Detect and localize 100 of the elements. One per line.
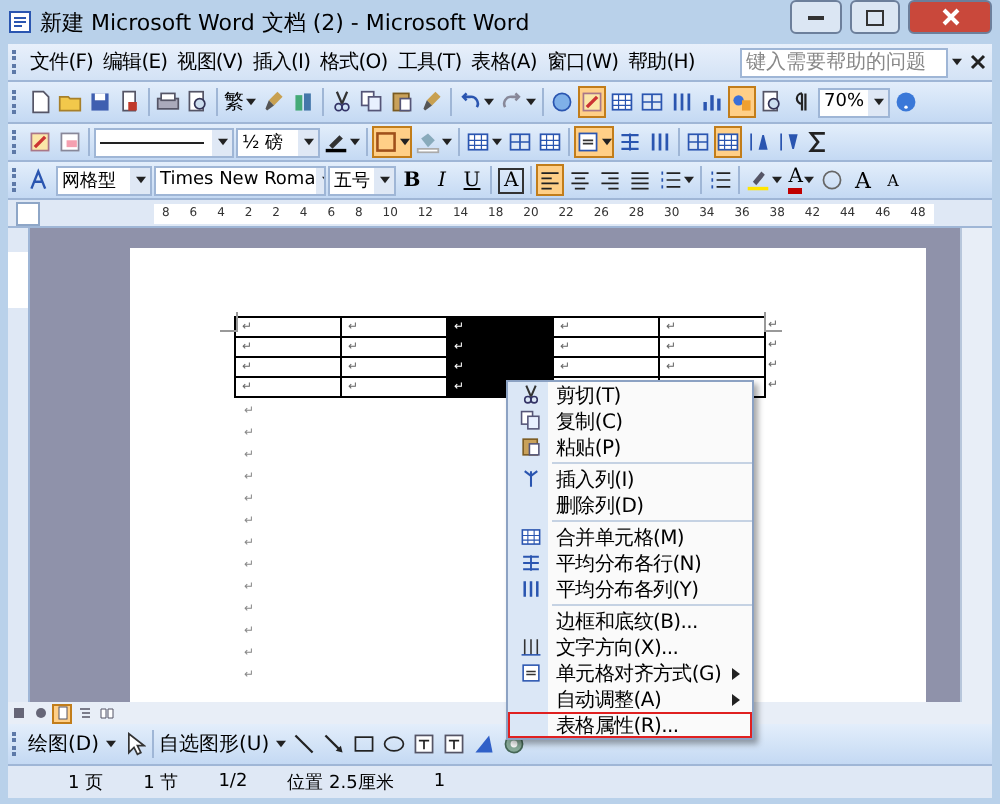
- format-button[interactable]: U: [458, 164, 486, 196]
- columns-icon: [670, 90, 694, 114]
- web-icon: [33, 706, 47, 720]
- menu-item[interactable]: 格式(O): [316, 46, 392, 78]
- menu-entry[interactable]: 表格属性(R)...: [508, 712, 752, 738]
- drawing-menu-button[interactable]: 绘图(D): [26, 728, 118, 760]
- menu-entry[interactable]: 复制(C): [508, 408, 752, 434]
- table-icon: [538, 130, 562, 154]
- caret-icon[interactable]: [804, 176, 815, 184]
- columns-icon: [519, 578, 541, 600]
- menu-entry[interactable]: 合并单元格(M): [508, 524, 752, 550]
- close-button[interactable]: [908, 0, 992, 34]
- maximize-button[interactable]: [850, 0, 900, 34]
- toolbar-button[interactable]: [714, 126, 742, 158]
- caret-icon[interactable]: [350, 138, 360, 146]
- caret-icon[interactable]: [442, 138, 452, 146]
- menu-entry[interactable]: 删除列(D): [508, 492, 752, 518]
- caret-icon[interactable]: [380, 176, 390, 184]
- scissors-icon: [519, 384, 541, 406]
- close-icon[interactable]: [970, 54, 986, 70]
- format-button[interactable]: A: [786, 164, 817, 196]
- status-text: 1 节: [143, 771, 179, 795]
- menu-entry[interactable]: 平均分布各行(N): [508, 550, 752, 576]
- menu-entry[interactable]: 自动调整(A): [508, 686, 752, 712]
- border-icon: [374, 130, 398, 154]
- status-text: 位置 2.5厘米: [287, 771, 394, 795]
- caret-icon[interactable]: [275, 740, 286, 748]
- view-button[interactable]: [74, 703, 94, 723]
- toolbar-button[interactable]: [26, 86, 54, 118]
- menu-item[interactable]: 编辑(E): [99, 46, 172, 78]
- print-icon: [55, 706, 69, 720]
- menu-entry[interactable]: 单元格对齐方式(G): [508, 660, 752, 686]
- caret-icon[interactable]: [218, 138, 228, 146]
- dropdown-field[interactable]: ½ 磅: [236, 127, 320, 157]
- format-button[interactable]: A: [878, 164, 907, 196]
- align-center-icon: [568, 168, 593, 192]
- list-icon: [708, 168, 733, 192]
- dropdown-field[interactable]: 五号: [328, 165, 396, 195]
- caret-icon[interactable]: [874, 98, 884, 106]
- clipboard-icon: [519, 436, 541, 458]
- vertical-scrollbar[interactable]: [960, 228, 992, 702]
- caret-icon[interactable]: [952, 58, 962, 66]
- line-style-dropdown[interactable]: [94, 127, 234, 157]
- format-button[interactable]: A: [848, 164, 877, 196]
- menu-item[interactable]: 视图(V): [173, 46, 247, 78]
- caret-icon[interactable]: [484, 98, 494, 106]
- printer-icon: [156, 90, 180, 114]
- menu-entry[interactable]: 粘贴(P): [508, 434, 752, 460]
- caret-icon[interactable]: [400, 138, 410, 146]
- drawing-menu-button[interactable]: 自选图形(U): [157, 728, 288, 760]
- caret-icon[interactable]: [136, 176, 146, 184]
- caret-icon[interactable]: [105, 740, 116, 748]
- table-icon: [716, 130, 740, 154]
- minimize-button[interactable]: [790, 0, 842, 34]
- menu-item[interactable]: 插入(I): [248, 46, 315, 78]
- menu-item[interactable]: 工具(T): [393, 46, 466, 78]
- submenu-arrow-icon: [732, 667, 740, 679]
- arrow-icon: [321, 732, 346, 756]
- circle-icon: [820, 168, 845, 192]
- menu-item[interactable]: 帮助(H): [624, 46, 699, 78]
- dropdown-field[interactable]: 网格型: [56, 165, 152, 195]
- dropdown-field[interactable]: Times New Roma: [154, 165, 326, 195]
- outline-icon: [77, 706, 91, 720]
- pen-icon: [324, 130, 348, 154]
- dropdown-field[interactable]: 70%: [818, 87, 890, 117]
- caret-icon[interactable]: [684, 176, 695, 184]
- menu-item[interactable]: 文件(F): [26, 46, 98, 78]
- scissors-icon: [330, 90, 354, 114]
- menu-entry[interactable]: 平均分布各列(Y): [508, 576, 752, 602]
- caret-icon[interactable]: [526, 98, 536, 106]
- toolbar-button[interactable]: [536, 164, 565, 196]
- close-icon: [941, 8, 959, 26]
- line-icon: [291, 732, 316, 756]
- shapes-icon: [730, 90, 754, 114]
- menu-item[interactable]: 表格(A): [467, 46, 541, 78]
- reading-icon: [99, 706, 113, 720]
- format-button[interactable]: I: [428, 164, 456, 196]
- caret-icon[interactable]: [304, 138, 314, 146]
- view-button[interactable]: [52, 703, 72, 723]
- brush-icon: [262, 90, 286, 114]
- view-button[interactable]: [96, 703, 116, 723]
- caret-icon[interactable]: [246, 98, 256, 106]
- caret-icon[interactable]: [602, 138, 612, 146]
- pencil-icon: [580, 90, 604, 114]
- caret-icon[interactable]: [772, 176, 783, 184]
- menu-entry[interactable]: 边框和底纹(B)...: [508, 608, 752, 634]
- format-button[interactable]: B: [398, 164, 426, 196]
- align-left-icon: [538, 168, 563, 192]
- align-right-icon: [598, 168, 623, 192]
- menu-entry[interactable]: 文字方向(X)...: [508, 634, 752, 660]
- view-button[interactable]: [8, 703, 28, 723]
- format-button[interactable]: A: [496, 164, 527, 196]
- menu-entry[interactable]: 插入列(I): [508, 466, 752, 492]
- caret-icon[interactable]: [492, 138, 502, 146]
- menu-item[interactable]: 窗口(W): [542, 46, 623, 78]
- magnifier-icon: [186, 90, 210, 114]
- help-search-field[interactable]: 键入需要帮助的问题: [740, 47, 948, 77]
- view-button[interactable]: [30, 703, 50, 723]
- format-button[interactable]: 繁: [222, 86, 258, 118]
- toolbar-button[interactable]: [574, 126, 614, 158]
